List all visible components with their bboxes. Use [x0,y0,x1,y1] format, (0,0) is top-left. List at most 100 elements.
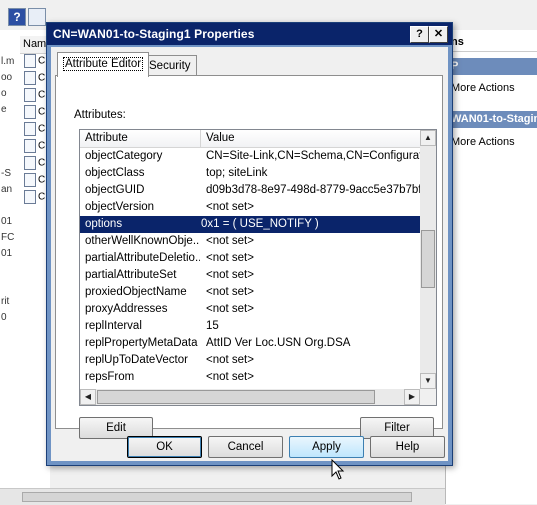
dialog-titlebar[interactable]: CN=WAN01-to-Staging1 Properties ? ✕ [47,23,452,45]
attribute-row[interactable]: replPropertyMetaData AttID Ver Loc.USN Or… [80,335,420,352]
mouse-pointer-icon [331,459,345,480]
sitelink-object-icon [24,54,36,68]
attribute-row[interactable]: proxiedObjectName <not set> [80,284,420,301]
console-tree-icon[interactable] [28,8,46,26]
tree-node-fragment[interactable]: rit [1,296,9,307]
scroll-right-icon[interactable]: ▶ [404,389,420,405]
sitelink-object-icon [24,88,36,102]
attribute-name: proxiedObjectName [85,286,187,298]
attribute-value: <not set> [206,354,254,366]
tree-node-fragment[interactable]: e [1,104,7,115]
attribute-name: replUpToDateVector [85,354,188,366]
attribute-value: <not set> [206,252,254,264]
attributes-list[interactable]: Attribute Value objectCategory CN=Site-Li… [79,129,437,406]
tab-attribute-editor-label: Attribute Editor [63,57,144,71]
apply-button[interactable]: Apply [289,436,364,458]
actions-pane: ns P More Actions WAN01-to-Staging More … [445,30,537,504]
dialog-client-area: Attribute Editor Security Attributes: At… [51,47,448,461]
attribute-name: repsFrom [85,371,135,383]
sitelink-object-icon [24,156,36,170]
attribute-value: d09b3d78-8e97-498d-8779-9acc5e37b7bf [206,184,420,196]
attributes-list-body[interactable]: objectCategory CN=Site-Link,CN=Schema,CN=… [80,148,420,388]
attribute-value: <not set> [206,386,420,388]
attribute-name: otherWellKnownObje... [85,235,200,247]
attribute-value: CN=Site-Link,CN=Schema,CN=Configuration [206,150,420,162]
dialog-title: CN=WAN01-to-Staging1 Properties [53,27,255,41]
close-button[interactable]: ✕ [429,26,448,43]
attribute-row-selected[interactable]: options 0x1 = ( USE_NOTIFY ) [80,216,420,233]
sitelink-object-icon [24,173,36,187]
help-button[interactable]: Help [370,436,445,458]
attribute-value: <not set> [206,286,254,298]
horizontal-scrollbar[interactable] [0,488,445,505]
scroll-down-icon[interactable]: ▼ [420,373,436,389]
context-help-button[interactable]: ? [410,26,429,43]
scroll-left-icon[interactable]: ◀ [80,389,96,405]
scroll-up-icon[interactable]: ▲ [420,130,436,146]
tree-node-fragment[interactable]: FC [1,232,14,243]
attribute-row[interactable]: otherWellKnownObje... <not set> [80,233,420,250]
attribute-row[interactable]: repsFrom <not set> [80,369,420,386]
tree-node-fragment[interactable]: 01 [1,248,12,259]
more-actions-link[interactable]: More Actions [446,82,537,94]
attribute-row[interactable]: objectCategory CN=Site-Link,CN=Schema,CN=… [80,148,420,165]
attribute-row[interactable]: objectGUID d09b3d78-8e97-498d-8779-9acc5e… [80,182,420,199]
attribute-row[interactable]: replUpToDateVector <not set> [80,352,420,369]
attribute-name: objectVersion [85,201,155,213]
actions-section-header-sitelink[interactable]: WAN01-to-Staging [446,111,537,128]
attribute-name: partialAttributeDeletio... [85,252,200,264]
cancel-button[interactable]: Cancel [208,436,283,458]
tree-node-fragment[interactable]: oo [1,72,12,83]
sitelink-object-icon [24,190,36,204]
tree-node-fragment[interactable]: 01 [1,216,12,227]
tree-node-fragment[interactable]: an [1,184,12,195]
attribute-name: objectClass [85,167,145,179]
more-actions-link-sitelink[interactable]: More Actions [446,136,537,148]
attributes-list-header: Attribute Value [80,130,420,148]
sitelink-object-icon [24,105,36,119]
attribute-row[interactable]: partialAttributeSet <not set> [80,267,420,284]
attribute-name: proxyAddresses [85,303,168,315]
attribute-name: objectCategory [85,150,163,162]
actions-pane-title: ns [446,36,537,52]
attribute-value: 15 [206,320,219,332]
attribute-row[interactable]: replInterval 15 [80,318,420,335]
list-horizontal-scrollbar[interactable]: ◀ ▶ [80,389,420,405]
column-header-attribute[interactable]: Attribute [80,130,201,147]
attribute-name: partialAttributeSet [85,269,177,281]
sitelink-object-icon [24,71,36,85]
attribute-row[interactable]: objectClass top; siteLink [80,165,420,182]
tree-node-fragment[interactable]: 0 [1,312,7,323]
tree-node-fragment[interactable]: -S [1,168,11,179]
properties-dialog: CN=WAN01-to-Staging1 Properties ? ✕ Attr… [46,22,453,466]
column-header-value[interactable]: Value [201,130,420,147]
attribute-row[interactable]: proxyAddresses <not set> [80,301,420,318]
sitelink-object-icon [24,139,36,153]
help-icon[interactable]: ? [8,8,26,26]
attribute-row[interactable]: repsTo <not set> [80,386,420,388]
attribute-name: options [85,218,123,230]
attribute-name: replPropertyMetaData [85,337,198,349]
tab-security-label: Security [149,60,191,72]
tab-attribute-editor[interactable]: Attribute Editor [57,52,150,77]
attribute-row[interactable]: objectVersion <not set> [80,199,420,216]
attribute-name: objectGUID [85,184,145,196]
scrollbar-thumb[interactable] [22,492,412,502]
attribute-name: replInterval [85,320,142,332]
attribute-value: AttID Ver Loc.USN Org.DSA [206,337,351,349]
attribute-editor-panel: Attributes: Attribute Value objectCatego… [55,75,443,439]
tab-security[interactable]: Security [143,55,197,76]
attribute-value: 0x1 = ( USE_NOTIFY ) [201,218,319,230]
tree-node-fragment[interactable]: o [1,88,7,99]
vertical-scrollbar[interactable]: ▲ ▼ [420,130,436,389]
attribute-value: <not set> [206,269,254,281]
ok-button[interactable]: OK [127,436,202,458]
attributes-label: Attributes: [74,109,126,121]
console-tree-pane[interactable]: l.m oo o e -S an 01 FC 01 rit 0 [0,30,21,504]
attribute-value: <not set> [206,201,254,213]
vertical-scroll-thumb[interactable] [421,230,435,288]
actions-section-header[interactable]: P [446,58,537,75]
attribute-row[interactable]: partialAttributeDeletio... <not set> [80,250,420,267]
horizontal-scroll-thumb[interactable] [97,390,375,404]
tree-node-fragment[interactable]: l.m [1,56,14,67]
